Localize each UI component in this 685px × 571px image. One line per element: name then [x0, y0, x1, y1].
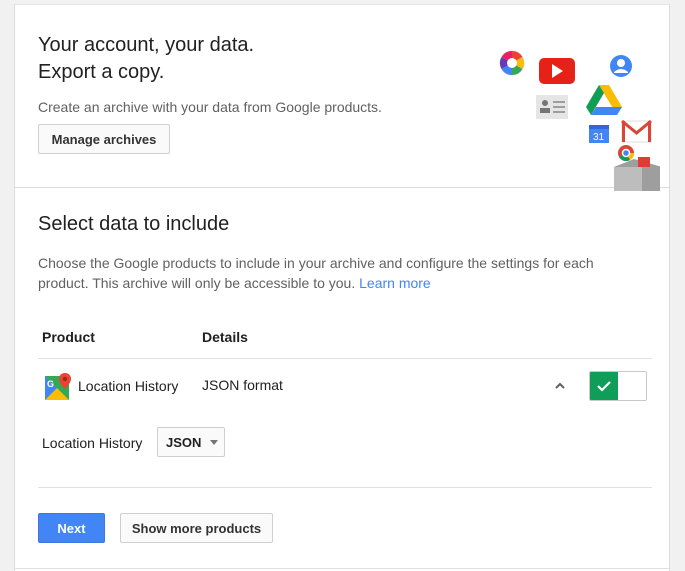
photos-icon — [499, 50, 525, 76]
format-select[interactable]: JSON — [157, 427, 225, 457]
select-data-title: Select data to include — [38, 213, 230, 235]
contacts-card-icon — [536, 95, 568, 119]
bottom-divider — [15, 568, 669, 569]
column-header-product: Product — [42, 329, 95, 345]
select-data-description: Choose the Google products to include in… — [38, 253, 618, 293]
format-select-value: JSON — [166, 435, 202, 450]
header-description: Create an archive with your data from Go… — [38, 99, 382, 115]
caret-down-icon — [210, 440, 218, 445]
headline-line-1: Your account, your data. — [38, 34, 255, 56]
svg-text:G: G — [47, 379, 54, 389]
show-more-products-button[interactable]: Show more products — [120, 513, 273, 543]
chrome-icon — [618, 145, 635, 162]
product-details: JSON format — [202, 377, 283, 393]
product-name-location-history: Location History — [78, 378, 179, 394]
contacts-avatar-icon — [610, 55, 632, 77]
drive-icon — [586, 85, 622, 115]
section-divider — [38, 487, 652, 488]
chevron-up-icon[interactable] — [553, 379, 567, 393]
google-products-illustration: 31 — [499, 50, 660, 191]
format-option-label: Location History — [42, 435, 143, 451]
manage-archives-button[interactable]: Manage archives — [38, 124, 170, 154]
archive-box-icon — [614, 157, 660, 191]
header-section: Your account, your data. Export a copy. … — [15, 5, 669, 191]
page-headline: Your account, your data. Export a copy. — [38, 32, 254, 86]
headline-line-2: Export a copy. — [38, 61, 165, 83]
toggle-on-segment — [590, 372, 618, 400]
calendar-icon: 31 — [589, 125, 609, 143]
learn-more-link[interactable]: Learn more — [359, 275, 431, 291]
column-header-details: Details — [202, 329, 248, 345]
google-maps-icon: G — [45, 373, 71, 400]
svg-text:31: 31 — [593, 132, 605, 143]
next-button[interactable]: Next — [38, 513, 105, 543]
checkmark-icon — [597, 381, 611, 392]
takeout-card: Your account, your data. Export a copy. … — [14, 4, 670, 571]
include-product-toggle[interactable] — [589, 371, 647, 401]
gmail-icon — [621, 119, 652, 143]
table-divider — [38, 358, 652, 359]
select-data-description-text: Choose the Google products to include in… — [38, 255, 594, 291]
youtube-icon — [539, 58, 575, 84]
